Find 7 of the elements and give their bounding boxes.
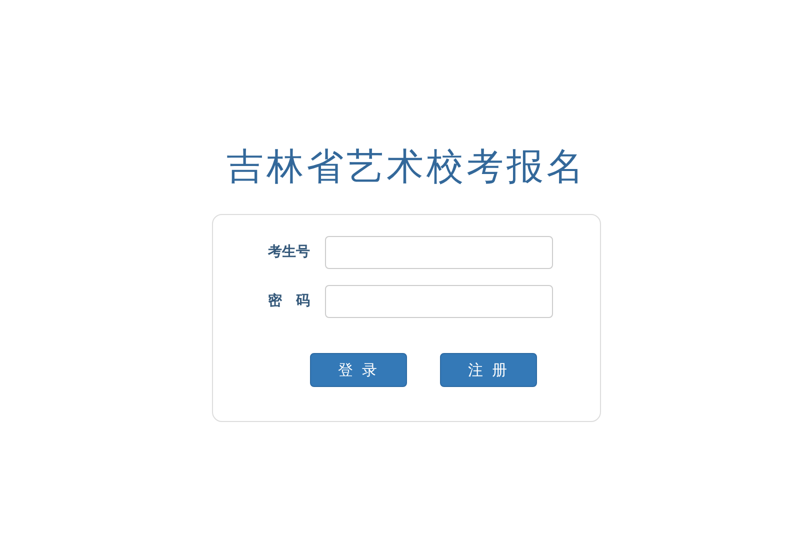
input-field[interactable] [325, 236, 553, 268]
page-title: 吉林省艺术校考报名 [226, 144, 586, 190]
field-label: 考生号 [267, 243, 310, 261]
input-field[interactable] [325, 284, 553, 318]
field-label: 密 码 [267, 292, 310, 310]
register-button[interactable]: 注 册 [440, 353, 537, 387]
login-button[interactable]: 登 录 [310, 353, 407, 387]
